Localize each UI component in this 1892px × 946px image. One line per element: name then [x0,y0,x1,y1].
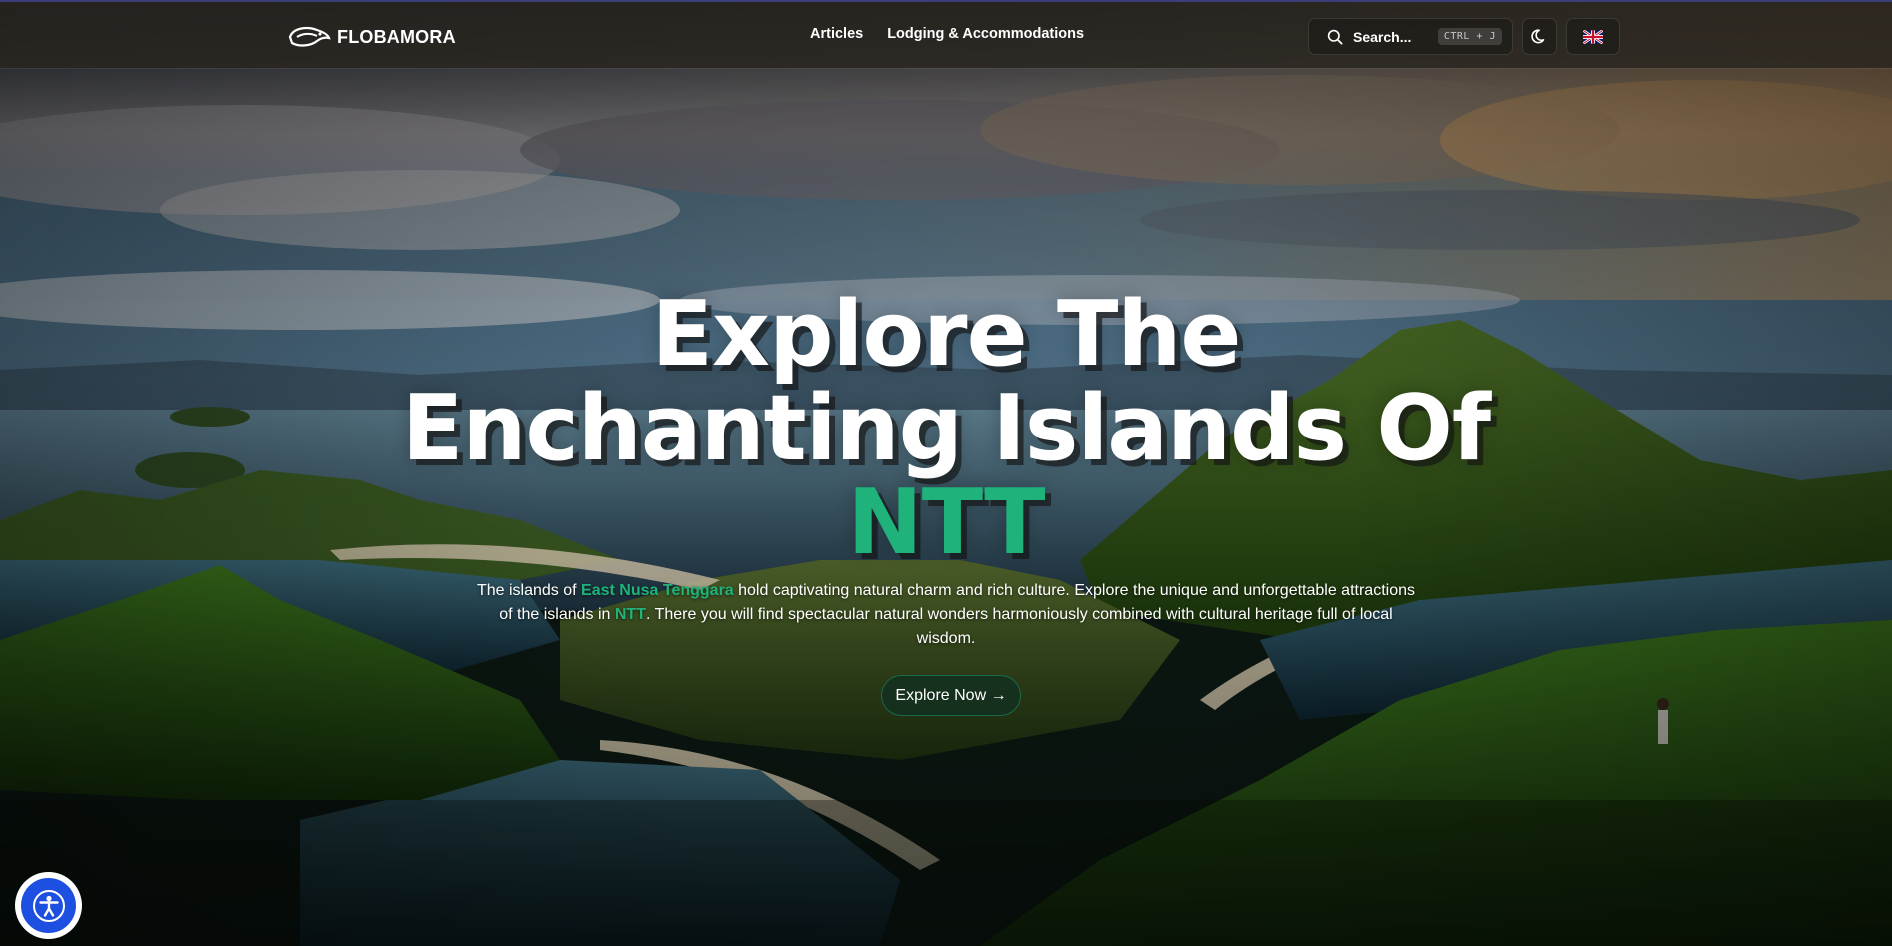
hero-title: Explore The Enchanting Islands Of NTT [0,288,1892,570]
page: FLOBAMORA Articles Lodging & Accommodati… [0,0,1892,946]
search-icon [1327,29,1343,45]
komodo-logo-icon [288,26,331,47]
desc-text-1: The islands of [476,582,582,599]
accessibility-icon [32,889,65,922]
search-shortcut: CTRL + J [1437,28,1502,45]
nav-articles[interactable]: Articles [810,26,863,42]
brand-logo[interactable]: FLOBAMORA [287,23,456,51]
search-button[interactable]: Search... CTRL + J [1308,18,1513,55]
search-label: Search... [1353,28,1412,45]
desc-highlight-east-nusa-tenggara: East Nusa Tenggara [581,582,734,599]
main-nav: Articles Lodging & Accommodations [810,26,1084,42]
explore-now-button[interactable]: Explore Now → [881,675,1021,716]
moon-icon [1530,28,1544,43]
accessibility-button[interactable] [15,872,82,939]
hero-description: The islands of East Nusa Tenggara hold c… [470,579,1422,651]
brand-name: FLOBAMORA [337,26,456,47]
theme-toggle-button[interactable] [1522,18,1557,55]
hero-title-line-1: Explore The [651,282,1242,387]
desc-text-3: . There you will find spectacular natura… [645,606,1393,647]
hero-title-line-2: Enchanting Islands Of [401,376,1491,481]
language-button[interactable] [1566,18,1620,55]
uk-flag-icon [1583,29,1603,44]
hero-title-accent: NTT [847,470,1045,575]
desc-highlight-ntt: NTT [614,606,646,623]
site-header: FLOBAMORA Articles Lodging & Accommodati… [0,0,1892,68]
nav-lodging[interactable]: Lodging & Accommodations [887,26,1084,42]
accessibility-button-inner [19,876,78,935]
